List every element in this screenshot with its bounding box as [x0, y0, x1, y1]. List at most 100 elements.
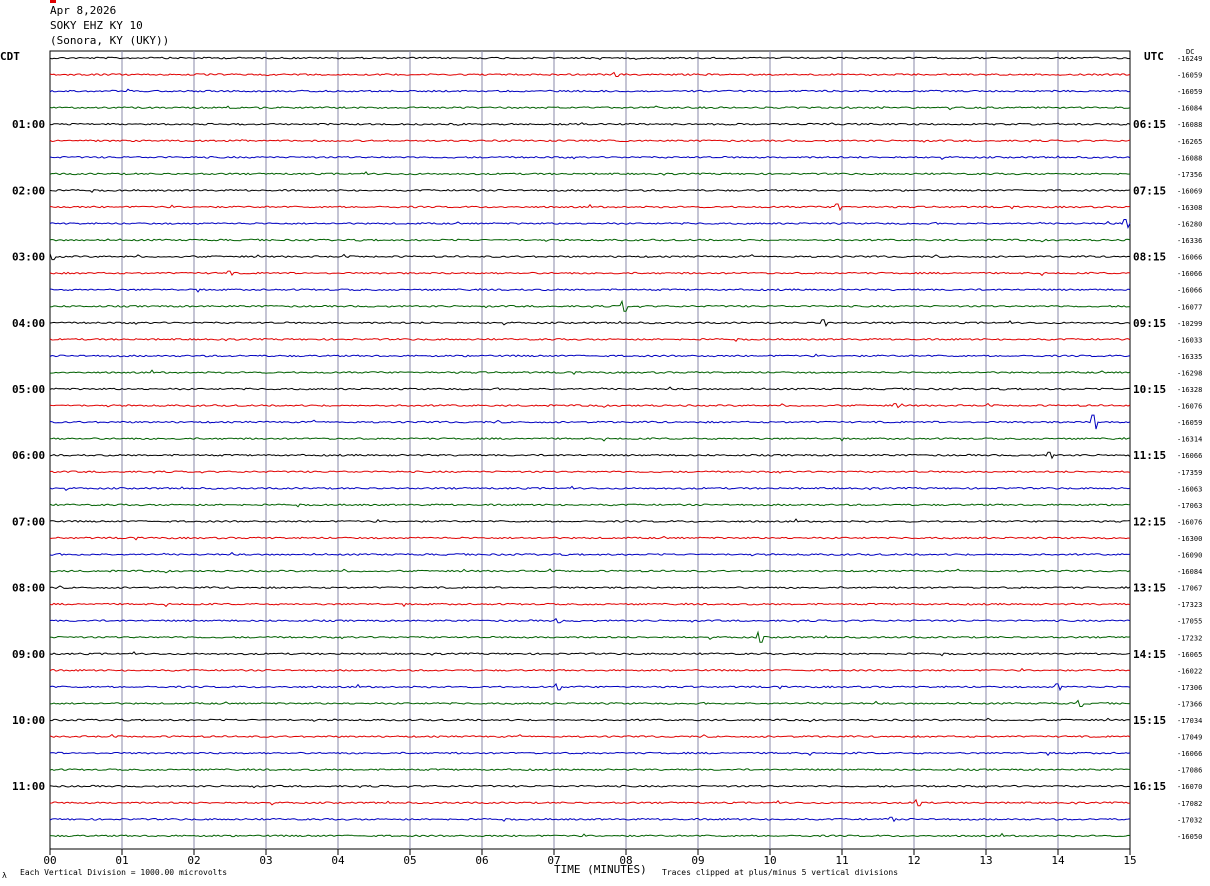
- seismic-trace: [49, 436, 1131, 442]
- record-indicator: [50, 0, 56, 3]
- dc-offset-label: -16033: [1177, 336, 1202, 344]
- cdt-hour-label: 06:00: [12, 449, 45, 462]
- date-label: Apr 8,2026: [50, 4, 117, 17]
- seismic-trace: [49, 189, 1131, 194]
- utc-hour-label: 15:15: [1133, 714, 1166, 727]
- cdt-hour-label: 03:00: [12, 251, 45, 264]
- dc-offset-label: -16066: [1177, 750, 1202, 758]
- dc-offset-label: -16314: [1177, 436, 1202, 444]
- seismic-trace: [49, 682, 1131, 692]
- dc-offset-label: -16298: [1177, 369, 1202, 377]
- x-tick-label: 01: [115, 854, 128, 867]
- footer-mark: λ: [2, 871, 7, 880]
- seismic-trace: [49, 470, 1131, 474]
- dc-offset-label: -16050: [1177, 833, 1202, 841]
- utc-hour-label: 09:15: [1133, 317, 1166, 330]
- seismic-trace: [49, 617, 1131, 624]
- utc-hour-label: 14:15: [1133, 648, 1166, 661]
- dc-offset-label: -16065: [1177, 651, 1202, 659]
- seismic-trace: [49, 171, 1131, 176]
- seismic-trace: [49, 219, 1131, 229]
- seismic-trace: [49, 767, 1131, 772]
- seismic-trace: [49, 105, 1131, 111]
- dc-column-label: DC: [1186, 48, 1195, 56]
- seismic-trace: [49, 832, 1131, 838]
- seismic-trace: [49, 414, 1131, 430]
- seismic-trace: [49, 238, 1131, 243]
- dc-offset-label: -16280: [1177, 221, 1202, 229]
- dc-offset-label: -16077: [1177, 303, 1202, 311]
- dc-offset-label: -17232: [1177, 634, 1202, 642]
- left-timezone-label: CDT: [0, 50, 20, 63]
- seismic-trace: [49, 551, 1131, 557]
- dc-offset-label: -16084: [1177, 568, 1202, 576]
- dc-offset-label: -16066: [1177, 254, 1202, 262]
- clip-note: Traces clipped at plus/minus 5 vertical …: [662, 868, 899, 877]
- dc-offset-label: -16076: [1177, 518, 1202, 526]
- scale-note: Each Vertical Division = 1000.00 microvo…: [20, 868, 228, 877]
- cdt-hour-label: 04:00: [12, 317, 45, 330]
- dc-offset-label: -16265: [1177, 138, 1202, 146]
- seismic-trace: [49, 568, 1131, 574]
- dc-offset-label: -17032: [1177, 816, 1202, 824]
- x-tick-label: 14: [1051, 854, 1065, 867]
- x-axis-title: TIME (MINUTES): [554, 863, 647, 876]
- x-tick-label: 04: [331, 854, 345, 867]
- seismic-trace: [49, 56, 1131, 60]
- cdt-hour-label: 05:00: [12, 383, 45, 396]
- dc-offset-label: -16084: [1177, 105, 1202, 113]
- dc-offset-label: -16335: [1177, 353, 1202, 361]
- plot-frame: [49, 50, 1131, 850]
- seismic-trace: [49, 733, 1131, 739]
- dc-offset-label: -17082: [1177, 800, 1202, 808]
- seismic-trace: [49, 155, 1131, 160]
- x-tick-label: 13: [979, 854, 992, 867]
- seismic-trace: [49, 518, 1131, 523]
- seismic-trace: [49, 485, 1131, 491]
- x-tick-label: 03: [259, 854, 272, 867]
- seismic-trace: [49, 253, 1131, 261]
- x-tick-label: 02: [187, 854, 200, 867]
- utc-hour-label: 16:15: [1133, 780, 1166, 793]
- seismic-trace: [49, 699, 1131, 707]
- dc-offset-label: -16088: [1177, 154, 1202, 162]
- seismic-trace: [49, 585, 1131, 590]
- x-tick-label: 06: [475, 854, 488, 867]
- seismic-trace: [49, 71, 1131, 77]
- x-tick-label: 00: [43, 854, 56, 867]
- dc-offset-label: -16328: [1177, 386, 1202, 394]
- dc-offset-label: -16249: [1177, 55, 1202, 63]
- utc-hour-label: 11:15: [1133, 449, 1166, 462]
- dc-offset-label: -16063: [1177, 485, 1202, 493]
- dc-offset-label: -16070: [1177, 783, 1202, 791]
- right-timezone-label: UTC: [1144, 50, 1164, 63]
- dc-offset-label: -17323: [1177, 601, 1202, 609]
- seismic-trace: [50, 369, 1131, 375]
- dc-offset-label: -17067: [1177, 585, 1202, 593]
- location-label: (Sonora, KY (UKY)): [50, 34, 170, 47]
- dc-offset-label: -16066: [1177, 452, 1202, 460]
- seismic-trace: [49, 287, 1131, 293]
- dc-offset-label: -16308: [1177, 204, 1202, 212]
- x-tick-label: 09: [691, 854, 704, 867]
- seismic-trace: [49, 270, 1131, 277]
- dc-offset-label: -16069: [1177, 187, 1202, 195]
- dc-offset-label: -17055: [1177, 618, 1202, 626]
- dc-offset-label: -16022: [1177, 667, 1202, 675]
- seismic-trace: [49, 139, 1131, 143]
- utc-hour-label: 07:15: [1133, 184, 1166, 197]
- seismic-trace: [50, 122, 1131, 126]
- seismic-trace: [49, 535, 1131, 541]
- dc-offset-label: -17086: [1177, 767, 1202, 775]
- dc-offset-label: -16059: [1177, 419, 1202, 427]
- seismic-trace: [49, 88, 1131, 93]
- dc-offset-label: -16059: [1177, 72, 1202, 80]
- seismic-trace: [49, 667, 1131, 672]
- dc-offset-label: -16076: [1177, 403, 1202, 411]
- x-tick-label: 11: [835, 854, 848, 867]
- station-label: SOKY EHZ KY 10: [50, 19, 143, 32]
- dc-offset-label: -17306: [1177, 684, 1202, 692]
- seismic-trace: [49, 602, 1131, 608]
- seismic-trace: [49, 451, 1131, 460]
- seismic-trace: [49, 651, 1131, 657]
